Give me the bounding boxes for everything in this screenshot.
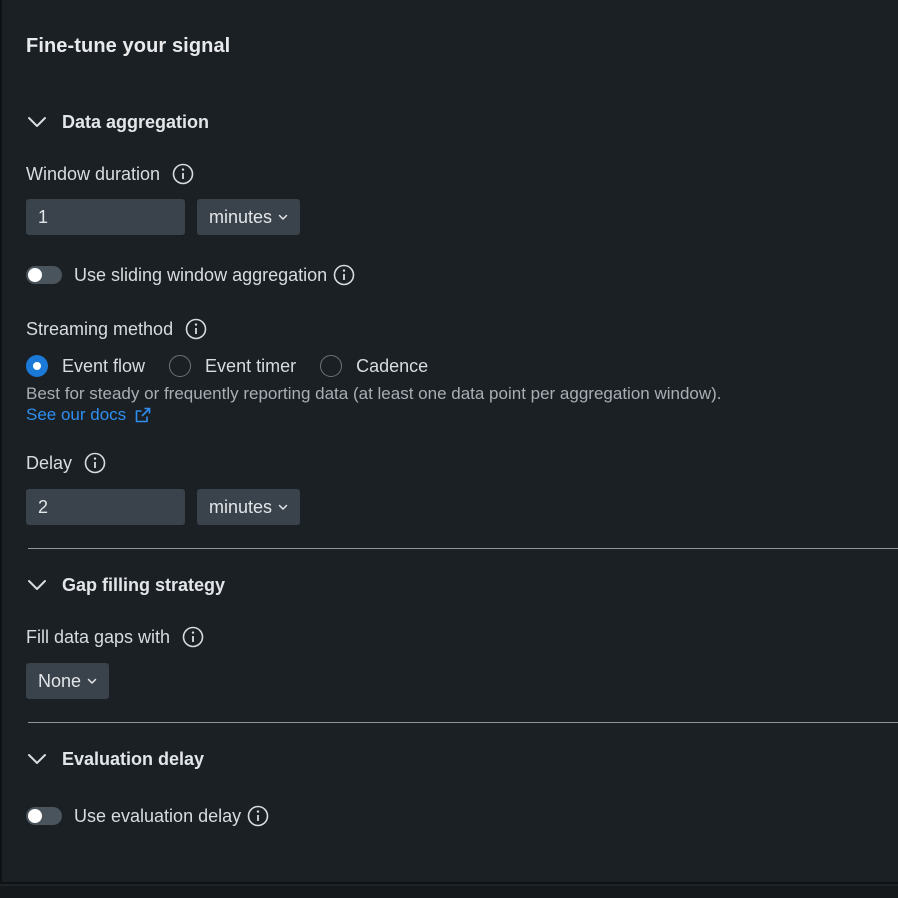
section-divider	[28, 722, 898, 723]
section-toggle-evaluation-delay[interactable]: Evaluation delay	[26, 748, 204, 770]
caret-down-icon	[87, 678, 97, 684]
toggle-knob	[28, 809, 42, 823]
radio-label-event-flow: Event flow	[62, 355, 146, 376]
delay-unit-value: minutes	[209, 496, 273, 517]
section-title-gap-filling: Gap filling strategy	[62, 574, 226, 595]
evaluation-delay-label: Use evaluation delay	[74, 805, 242, 826]
delay-unit-select[interactable]: minutes	[197, 489, 301, 525]
radio-indicator-checked	[26, 355, 48, 377]
evaluation-delay-row: Use evaluation delay	[26, 805, 269, 827]
fill-gaps-text: Fill data gaps with	[26, 626, 171, 647]
window-duration-unit-value: minutes	[209, 206, 273, 227]
sliding-window-row: Use sliding window aggregation	[26, 264, 355, 286]
fill-gaps-value: None	[38, 670, 82, 691]
section-title-data-aggregation: Data aggregation	[62, 111, 210, 132]
caret-down-icon	[278, 504, 288, 510]
info-icon[interactable]	[247, 805, 269, 827]
radio-label-event-timer: Event timer	[205, 355, 297, 376]
streaming-method-help: Best for steady or frequently reporting …	[26, 384, 722, 403]
window-duration-label: Window duration	[26, 163, 194, 185]
info-icon[interactable]	[84, 452, 106, 474]
caret-down-icon	[278, 214, 288, 220]
chevron-down-icon	[28, 580, 46, 590]
fill-gaps-label: Fill data gaps with	[26, 626, 204, 648]
external-link-icon	[135, 407, 151, 423]
radio-cadence[interactable]: Cadence	[320, 355, 428, 377]
docs-link[interactable]: See our docs	[26, 405, 152, 425]
streaming-method-text: Streaming method	[26, 318, 174, 339]
info-icon[interactable]	[172, 163, 194, 185]
evaluation-delay-toggle[interactable]	[26, 807, 62, 825]
info-icon[interactable]	[333, 264, 355, 286]
sliding-window-toggle[interactable]	[26, 266, 62, 284]
section-divider	[28, 548, 898, 549]
radio-indicator	[320, 355, 343, 377]
streaming-method-radio-group: Event flow Event timer Cadence	[26, 355, 452, 377]
info-icon[interactable]	[182, 626, 204, 648]
window-duration-input[interactable]	[26, 199, 185, 235]
delay-text: Delay	[26, 452, 73, 473]
window-duration-unit-select[interactable]: minutes	[197, 199, 301, 235]
section-toggle-gap-filling[interactable]: Gap filling strategy	[26, 574, 225, 596]
radio-event-flow[interactable]: Event flow	[26, 355, 145, 377]
streaming-method-label: Streaming method	[26, 318, 207, 340]
bottom-edge	[0, 886, 898, 898]
radio-label-cadence: Cadence	[356, 355, 429, 376]
delay-label: Delay	[26, 452, 106, 474]
chevron-down-icon	[28, 117, 46, 127]
radio-indicator	[169, 355, 192, 377]
panel-title: Fine-tune your signal	[26, 35, 231, 57]
sliding-window-label: Use sliding window aggregation	[74, 264, 328, 285]
fill-gaps-select[interactable]: None	[26, 663, 110, 699]
window-duration-text: Window duration	[26, 163, 161, 184]
radio-event-timer[interactable]: Event timer	[169, 355, 296, 377]
fine-tune-signal-panel: Fine-tune your signal Data aggregation W…	[0, 0, 898, 884]
docs-link-text: See our docs	[26, 405, 127, 424]
chevron-down-icon	[28, 754, 46, 764]
section-title-evaluation-delay: Evaluation delay	[62, 748, 205, 769]
toggle-knob	[28, 268, 42, 282]
delay-input[interactable]	[26, 489, 185, 525]
info-icon[interactable]	[185, 318, 207, 340]
section-toggle-data-aggregation[interactable]: Data aggregation	[26, 111, 209, 133]
